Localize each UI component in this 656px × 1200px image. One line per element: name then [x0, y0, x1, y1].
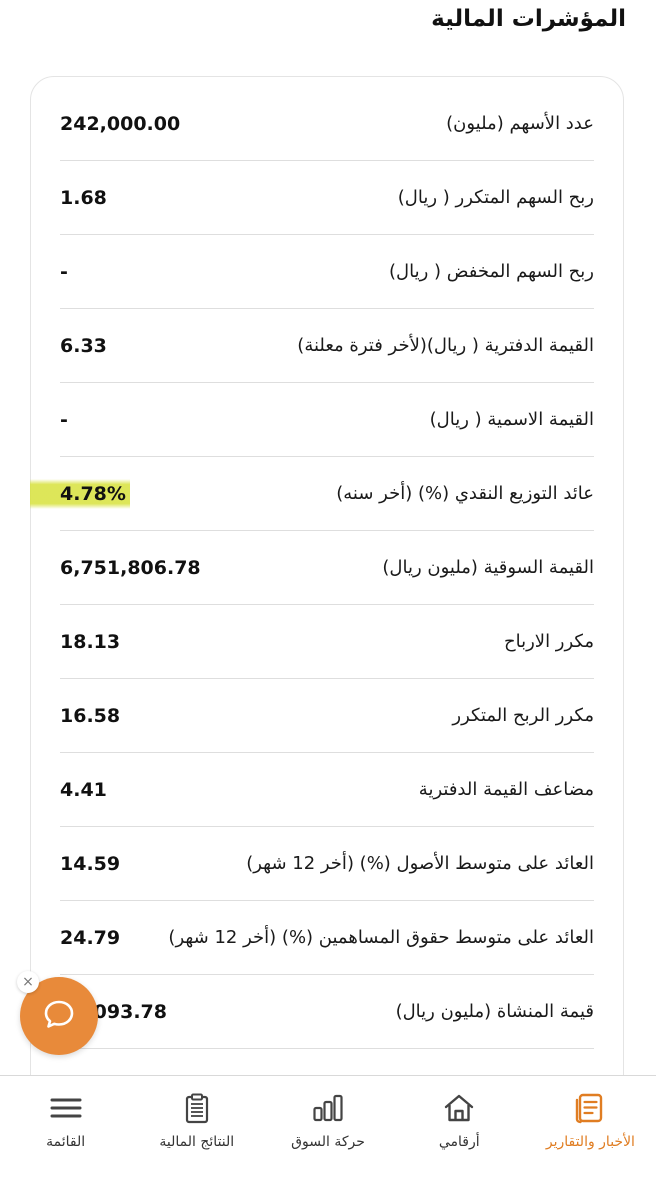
indicator-label: القيمة الاسمية ( ريال): [429, 409, 594, 430]
indicator-row-pe-ratio: مكرر الارباح 18.13: [60, 605, 594, 679]
section-title: المؤشرات المالية: [431, 6, 626, 32]
indicator-value: 6,751,806.78: [60, 556, 201, 579]
indicator-label: العائد على متوسط الأصول (%) (أخر 12 شهر): [246, 853, 594, 874]
indicator-row-dividend-yield: عائد التوزيع النقدي (%) (أخر سنه) 4.78%: [30, 457, 594, 531]
menu-icon: [48, 1090, 84, 1126]
close-icon: ×: [22, 974, 34, 990]
indicator-row-enterprise-value: قيمة المنشاة (مليون ريال) 10,093.78: [60, 975, 594, 1049]
indicators-card: عدد الأسهم (مليون) 242,000.00 ربح السهم …: [30, 76, 624, 1200]
nav-item-menu[interactable]: القائمة: [0, 1076, 131, 1200]
indicator-label: القيمة الدفترية ( ريال)(لأخر فترة معلنة): [297, 335, 594, 356]
indicator-label: قيمة المنشاة (مليون ريال): [395, 1001, 594, 1022]
chat-bubble-icon: [42, 997, 76, 1035]
indicator-row-market-cap: القيمة السوقية (مليون ريال) 6,751,806.78: [60, 531, 594, 605]
clipboard-icon: [179, 1090, 215, 1126]
indicator-label: ربح السهم المتكرر ( ريال): [397, 187, 594, 208]
indicator-row-recurring-pe: مكرر الربح المتكرر 16.58: [60, 679, 594, 753]
indicator-value: 18.13: [60, 630, 121, 653]
news-reports-icon: [572, 1090, 608, 1126]
nav-label: أرقامي: [438, 1134, 480, 1150]
nav-item-market-movement[interactable]: حركة السوق: [262, 1076, 393, 1200]
indicator-row-nominal-value: القيمة الاسمية ( ريال) -: [60, 383, 594, 457]
indicator-value: -: [60, 260, 68, 283]
indicator-label: مكرر الربح المتكرر: [452, 705, 594, 726]
indicator-row-price-to-book: مضاعف القيمة الدفترية 4.41: [60, 753, 594, 827]
indicator-row-roe: العائد على متوسط حقوق المساهمين (%) (أخر…: [60, 901, 594, 975]
indicator-label: القيمة السوقية (مليون ريال): [382, 557, 594, 578]
indicator-row-diluted-eps: ربح السهم المخفض ( ريال) -: [60, 235, 594, 309]
indicator-label: عدد الأسهم (مليون): [446, 113, 594, 134]
nav-item-news-reports[interactable]: الأخبار والتقارير: [525, 1076, 656, 1200]
bar-chart-icon: [310, 1090, 346, 1126]
indicator-row-roa: العائد على متوسط الأصول (%) (أخر 12 شهر)…: [60, 827, 594, 901]
bottom-navigation: الأخبار والتقارير أرقامي حركة السوق النت…: [0, 1075, 656, 1200]
indicator-value: 14.59: [60, 852, 121, 875]
indicator-value: 6.33: [60, 334, 107, 357]
nav-label: النتائج المالية: [159, 1134, 235, 1150]
nav-item-my-numbers[interactable]: أرقامي: [394, 1076, 525, 1200]
chat-close-button[interactable]: ×: [17, 971, 39, 993]
indicator-label: العائد على متوسط حقوق المساهمين (%) (أخر…: [168, 927, 594, 948]
indicator-row-shares-count: عدد الأسهم (مليون) 242,000.00: [60, 87, 594, 161]
nav-item-financial-results[interactable]: النتائج المالية: [131, 1076, 262, 1200]
indicator-value: -: [60, 408, 68, 431]
nav-label: القائمة: [46, 1134, 86, 1150]
financial-indicators-screen: المؤشرات المالية عدد الأسهم (مليون) 242,…: [0, 0, 656, 1200]
indicator-value: 24.79: [60, 926, 121, 949]
nav-label: حركة السوق: [291, 1134, 365, 1150]
home-icon: [441, 1090, 477, 1126]
indicator-label: مكرر الارباح: [504, 631, 594, 652]
indicator-label: عائد التوزيع النقدي (%) (أخر سنه): [336, 483, 594, 504]
nav-label: الأخبار والتقارير: [545, 1134, 635, 1150]
indicator-value: 16.58: [60, 704, 121, 727]
indicator-label: مضاعف القيمة الدفترية: [418, 779, 594, 800]
indicator-value-highlighted: 4.78%: [30, 478, 130, 509]
indicator-row-book-value: القيمة الدفترية ( ريال)(لأخر فترة معلنة)…: [60, 309, 594, 383]
indicator-label: ربح السهم المخفض ( ريال): [388, 261, 594, 282]
indicator-value: 242,000.00: [60, 112, 181, 135]
indicator-value: 4.41: [60, 778, 107, 801]
indicator-value: 1.68: [60, 186, 107, 209]
indicator-row-recurring-eps: ربح السهم المتكرر ( ريال) 1.68: [60, 161, 594, 235]
